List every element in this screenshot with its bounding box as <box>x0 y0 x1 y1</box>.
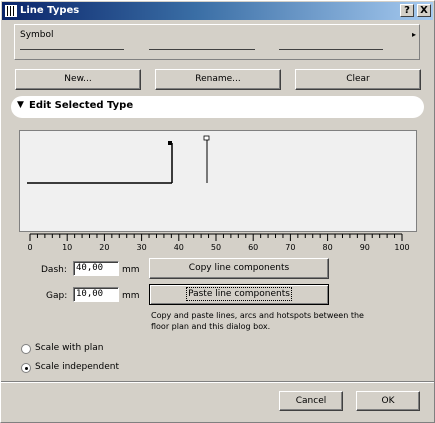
ruler-tick-label: 100 <box>394 243 409 252</box>
ruler-tick-label: 70 <box>285 243 295 252</box>
clear-button-label: Clear <box>346 74 370 84</box>
dash-field[interactable]: 40,00 <box>73 261 119 276</box>
help-button[interactable]: ? <box>400 4 414 17</box>
dash-unit: mm <box>122 265 140 275</box>
scale-with-plan-label: Scale with plan <box>35 343 104 353</box>
title-bar: Line Types ? X <box>2 2 433 20</box>
line-preview-drawing <box>27 135 210 184</box>
gap-hotspot <box>203 135 210 141</box>
symbol-line-sample <box>279 49 383 50</box>
symbol-line-sample <box>20 49 124 50</box>
cancel-button-label: Cancel <box>295 396 327 406</box>
clear-button[interactable]: Clear <box>295 69 421 90</box>
ruler-tick-label: 50 <box>211 243 221 252</box>
cancel-button[interactable]: Cancel <box>279 391 343 411</box>
scale-independent-label: Scale independent <box>35 362 119 372</box>
footer-separator <box>1 381 434 383</box>
rename-button[interactable]: Rename... <box>155 69 281 90</box>
help-text: Copy and paste lines, arcs and hotspots … <box>151 311 364 331</box>
new-button[interactable]: New... <box>15 69 141 90</box>
gap-label: Gap: <box>46 291 68 301</box>
expand-triangle-icon[interactable]: ▼ <box>17 100 24 110</box>
ok-button-label: OK <box>381 396 395 406</box>
section-title: Edit Selected Type <box>29 100 134 111</box>
gap-unit: mm <box>122 291 140 301</box>
scale-independent-radio[interactable] <box>21 363 31 373</box>
new-button-label: New... <box>64 74 92 84</box>
ruler-tick-label: 0 <box>27 243 32 252</box>
symbol-list-header[interactable]: Symbol ▸ <box>14 24 420 60</box>
mm-ruler: 0 10 20 30 40 50 60 70 80 90 100 <box>27 233 410 252</box>
dash-hotspot <box>168 141 172 145</box>
ruler-tick-label: 10 <box>62 243 72 252</box>
dash-label: Dash: <box>41 265 67 275</box>
ruler-tick-label: 60 <box>248 243 258 252</box>
gap-field[interactable]: 10,00 <box>73 287 119 302</box>
close-button[interactable]: X <box>417 4 431 17</box>
paste-line-components-button[interactable]: Paste line components <box>149 284 329 305</box>
line-types-dialog: Line Types ? X Symbol ▸ New... Rename...… <box>0 0 435 423</box>
edit-selected-type-header[interactable]: ▼ Edit Selected Type <box>11 96 424 118</box>
symbol-line-sample <box>149 49 255 50</box>
ruler-tick-label: 20 <box>99 243 109 252</box>
scroll-right-arrow-icon[interactable]: ▸ <box>412 30 416 39</box>
ruler-tick-label: 90 <box>360 243 370 252</box>
line-types-app-icon <box>5 5 17 17</box>
ruler-tick-label: 80 <box>323 243 333 252</box>
paste-button-label: Paste line components <box>186 287 292 301</box>
window-title: Line Types <box>20 5 80 16</box>
ok-button[interactable]: OK <box>356 391 420 411</box>
symbol-label: Symbol <box>20 30 54 40</box>
ruler-tick-label: 40 <box>174 243 184 252</box>
rename-button-label: Rename... <box>195 74 241 84</box>
scale-with-plan-radio[interactable] <box>21 344 31 354</box>
ruler-tick-label: 30 <box>137 243 147 252</box>
copy-line-components-button[interactable]: Copy line components <box>149 258 329 279</box>
line-preview-canvas[interactable] <box>19 130 417 232</box>
copy-button-label: Copy line components <box>188 263 290 273</box>
